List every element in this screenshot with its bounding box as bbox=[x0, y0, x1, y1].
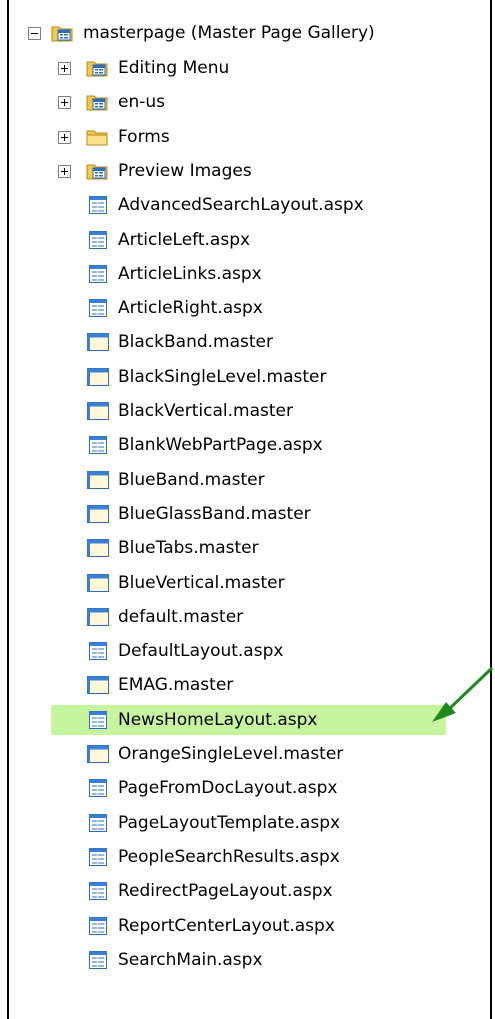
arrow-icon bbox=[432, 666, 494, 722]
